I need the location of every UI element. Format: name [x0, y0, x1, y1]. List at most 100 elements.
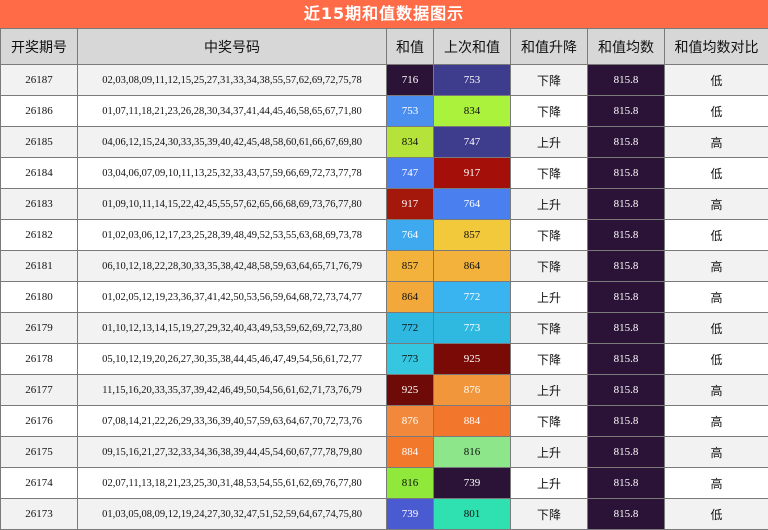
sum-cell: 739	[386, 498, 434, 530]
sum-cell: 917	[386, 188, 434, 220]
table-row: 26174 02,07,11,13,18,21,23,25,30,31,48,53…	[0, 467, 768, 499]
sum-cell: 925	[386, 374, 434, 406]
avg-cell: 815.8	[587, 498, 665, 530]
avg-cell: 815.8	[587, 405, 665, 437]
sum-cell: 884	[386, 436, 434, 468]
trend-cell: 下降	[510, 157, 588, 189]
issue-cell: 26187	[0, 64, 78, 96]
compare-cell: 高	[664, 188, 768, 220]
avg-cell: 815.8	[587, 188, 665, 220]
numbers-cell: 09,15,16,21,27,32,33,34,36,38,39,44,45,5…	[77, 436, 387, 468]
issue-cell: 26181	[0, 250, 78, 282]
prev-sum-cell: 816	[433, 436, 511, 468]
avg-cell: 815.8	[587, 126, 665, 158]
numbers-cell: 01,09,10,11,14,15,22,42,45,55,57,62,65,6…	[77, 188, 387, 220]
numbers-cell: 04,06,12,15,24,30,33,35,39,40,42,45,48,5…	[77, 126, 387, 158]
prev-sum-cell: 801	[433, 498, 511, 530]
sum-cell: 773	[386, 343, 434, 375]
table-row: 26184 03,04,06,07,09,10,11,13,25,32,33,43…	[0, 157, 768, 189]
prev-sum-cell: 884	[433, 405, 511, 437]
trend-cell: 下降	[510, 219, 588, 251]
sum-cell: 857	[386, 250, 434, 282]
numbers-cell: 05,10,12,19,20,26,27,30,35,38,44,45,46,4…	[77, 343, 387, 375]
prev-sum-cell: 857	[433, 219, 511, 251]
table-row: 26179 01,10,12,13,14,15,19,27,29,32,40,43…	[0, 312, 768, 344]
sum-cell: 876	[386, 405, 434, 437]
trend-cell: 下降	[510, 405, 588, 437]
avg-cell: 815.8	[587, 64, 665, 96]
table-row: 26182 01,02,03,06,12,17,23,25,28,39,48,49…	[0, 219, 768, 251]
avg-cell: 815.8	[587, 374, 665, 406]
sum-cell: 834	[386, 126, 434, 158]
issue-cell: 26186	[0, 95, 78, 127]
header-issue: 开奖期号	[0, 28, 78, 65]
compare-cell: 低	[664, 312, 768, 344]
table-row: 26176 07,08,14,21,22,26,29,33,36,39,40,57…	[0, 405, 768, 437]
sum-cell: 772	[386, 312, 434, 344]
table-row: 26187 02,03,08,09,11,12,15,25,27,31,33,34…	[0, 64, 768, 96]
header-compare: 和值均数对比	[664, 28, 768, 65]
issue-cell: 26184	[0, 157, 78, 189]
avg-cell: 815.8	[587, 312, 665, 344]
prev-sum-cell: 772	[433, 281, 511, 313]
compare-cell: 低	[664, 219, 768, 251]
avg-cell: 815.8	[587, 219, 665, 251]
issue-cell: 26175	[0, 436, 78, 468]
trend-cell: 下降	[510, 250, 588, 282]
issue-cell: 26183	[0, 188, 78, 220]
compare-cell: 低	[664, 95, 768, 127]
issue-cell: 26173	[0, 498, 78, 530]
page: 近15期和值数据图示 开奖期号 中奖号码 和值 上次和值 和值升降 和值均数 和…	[0, 0, 768, 530]
table-row: 26183 01,09,10,11,14,15,22,42,45,55,57,62…	[0, 188, 768, 220]
prev-sum-cell: 773	[433, 312, 511, 344]
prev-sum-cell: 876	[433, 374, 511, 406]
issue-cell: 26174	[0, 467, 78, 499]
trend-cell: 上升	[510, 281, 588, 313]
table-row: 26173 01,03,05,08,09,12,19,24,27,30,32,47…	[0, 498, 768, 530]
issue-cell: 26185	[0, 126, 78, 158]
header-sum: 和值	[386, 28, 434, 65]
numbers-cell: 03,04,06,07,09,10,11,13,25,32,33,43,57,5…	[77, 157, 387, 189]
sum-cell: 747	[386, 157, 434, 189]
header-trend: 和值升降	[510, 28, 588, 65]
issue-cell: 26176	[0, 405, 78, 437]
numbers-cell: 01,02,03,06,12,17,23,25,28,39,48,49,52,5…	[77, 219, 387, 251]
trend-cell: 上升	[510, 436, 588, 468]
trend-cell: 上升	[510, 188, 588, 220]
numbers-cell: 01,10,12,13,14,15,19,27,29,32,40,43,49,5…	[77, 312, 387, 344]
trend-cell: 上升	[510, 126, 588, 158]
avg-cell: 815.8	[587, 281, 665, 313]
table-row: 26186 01,07,11,18,21,23,26,28,30,34,37,41…	[0, 95, 768, 127]
table-row: 26175 09,15,16,21,27,32,33,34,36,38,39,44…	[0, 436, 768, 468]
compare-cell: 高	[664, 126, 768, 158]
compare-cell: 低	[664, 157, 768, 189]
compare-cell: 高	[664, 405, 768, 437]
prev-sum-cell: 753	[433, 64, 511, 96]
compare-cell: 高	[664, 281, 768, 313]
sum-data-table: 开奖期号 中奖号码 和值 上次和值 和值升降 和值均数 和值均数对比 26187…	[0, 28, 768, 530]
avg-cell: 815.8	[587, 250, 665, 282]
numbers-cell: 07,08,14,21,22,26,29,33,36,39,40,57,59,6…	[77, 405, 387, 437]
trend-cell: 下降	[510, 64, 588, 96]
numbers-cell: 01,03,05,08,09,12,19,24,27,30,32,47,51,5…	[77, 498, 387, 530]
compare-cell: 高	[664, 467, 768, 499]
sum-cell: 816	[386, 467, 434, 499]
table-body: 26187 02,03,08,09,11,12,15,25,27,31,33,34…	[0, 64, 768, 530]
avg-cell: 815.8	[587, 467, 665, 499]
compare-cell: 高	[664, 250, 768, 282]
table-row: 26178 05,10,12,19,20,26,27,30,35,38,44,45…	[0, 343, 768, 375]
trend-cell: 下降	[510, 312, 588, 344]
compare-cell: 低	[664, 343, 768, 375]
header-row: 开奖期号 中奖号码 和值 上次和值 和值升降 和值均数 和值均数对比	[0, 28, 768, 65]
compare-cell: 高	[664, 436, 768, 468]
issue-cell: 26177	[0, 374, 78, 406]
table-title: 近15期和值数据图示	[0, 0, 768, 28]
issue-cell: 26180	[0, 281, 78, 313]
table-row: 26181 06,10,12,18,22,28,30,33,35,38,42,48…	[0, 250, 768, 282]
prev-sum-cell: 925	[433, 343, 511, 375]
issue-cell: 26179	[0, 312, 78, 344]
avg-cell: 815.8	[587, 436, 665, 468]
avg-cell: 815.8	[587, 95, 665, 127]
sum-cell: 716	[386, 64, 434, 96]
compare-cell: 低	[664, 64, 768, 96]
